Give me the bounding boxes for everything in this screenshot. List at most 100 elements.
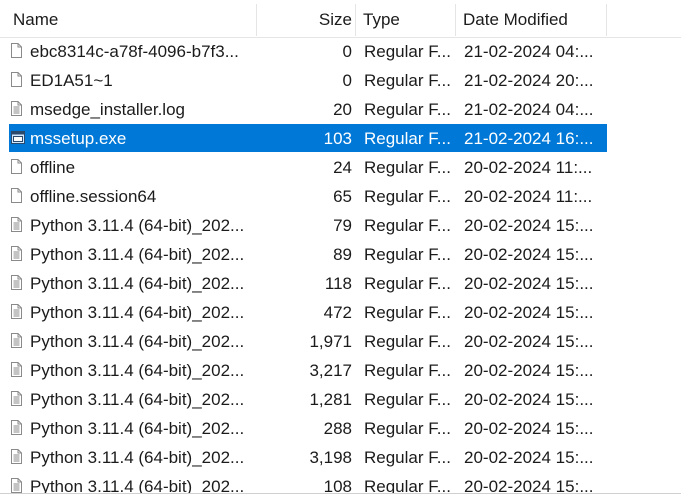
text-file-icon (11, 449, 27, 467)
file-row[interactable]: mssetup.exe 103 Regular F... 21-02-2024 16:… (0, 124, 681, 153)
file-size: 1,281 (309, 390, 352, 409)
file-type: Regular F... (364, 245, 451, 264)
file-date-modified: 20-02-2024 15:... (464, 303, 594, 322)
file-date-modified: 20-02-2024 15:... (464, 361, 594, 380)
file-row[interactable]: Python 3.11.4 (64-bit)_202... 118 Regular … (0, 269, 681, 298)
blank-file-icon (11, 188, 27, 206)
horizontal-scrollbar[interactable] (0, 493, 681, 504)
file-size: 103 (323, 129, 352, 148)
executable-file-icon (11, 130, 27, 148)
file-row[interactable]: msedge_installer.log 20 Regular F... 21-02-… (0, 95, 681, 124)
file-date-modified: 20-02-2024 11:... (464, 187, 593, 206)
file-type: Regular F... (364, 448, 451, 467)
file-row[interactable]: offline.session64 65 Regular F... 20-02-202… (0, 182, 681, 211)
file-date-modified: 20-02-2024 15:... (464, 390, 594, 409)
file-size: 79 (333, 216, 352, 235)
file-name: Python 3.11.4 (64-bit)_202... (30, 274, 245, 293)
file-name: ED1A51~1 (30, 71, 113, 90)
file-type: Regular F... (364, 274, 451, 293)
file-date-modified: 21-02-2024 20:... (464, 71, 594, 90)
column-divider[interactable] (256, 4, 257, 36)
column-divider[interactable] (606, 4, 607, 36)
file-type: Regular F... (364, 187, 451, 206)
file-name: msedge_installer.log (30, 100, 185, 119)
column-header-type[interactable]: Type (363, 0, 453, 37)
file-date-modified: 20-02-2024 15:... (464, 216, 594, 235)
text-file-icon (11, 333, 27, 351)
column-header-size[interactable]: Size (258, 0, 352, 37)
file-size: 0 (342, 42, 352, 61)
text-file-icon (11, 275, 27, 293)
text-file-icon (11, 420, 27, 438)
text-file-icon (11, 304, 27, 322)
column-header-date-modified[interactable]: Date Modified (463, 0, 603, 37)
file-date-modified: 20-02-2024 11:... (464, 158, 593, 177)
file-name: ebc8314c-a78f-4096-b7f3... (30, 42, 239, 61)
blank-file-icon (11, 159, 27, 177)
file-type: Regular F... (364, 332, 451, 351)
file-type: Regular F... (364, 71, 451, 90)
file-row[interactable]: offline 24 Regular F... 20-02-2024 11:... (0, 153, 681, 182)
file-row[interactable]: Python 3.11.4 (64-bit)_202... 3,198 Regula… (0, 443, 681, 472)
column-header-bar: Name Size Type Date Modified (0, 0, 681, 38)
file-row[interactable]: Python 3.11.4 (64-bit)_202... 79 Regular F… (0, 211, 681, 240)
blank-file-icon (11, 43, 27, 61)
file-size: 3,217 (309, 361, 352, 380)
column-divider[interactable] (455, 4, 456, 36)
file-size: 1,971 (309, 332, 352, 351)
file-row[interactable]: Python 3.11.4 (64-bit)_202... 3,217 Regula… (0, 356, 681, 385)
file-name: Python 3.11.4 (64-bit)_202... (30, 390, 245, 409)
blank-file-icon (11, 72, 27, 90)
text-file-icon (11, 362, 27, 380)
file-name: Python 3.11.4 (64-bit)_202... (30, 448, 245, 467)
file-date-modified: 21-02-2024 04:... (464, 100, 594, 119)
file-size: 118 (324, 274, 352, 293)
file-size: 288 (323, 419, 352, 438)
file-type: Regular F... (364, 216, 451, 235)
file-date-modified: 20-02-2024 15:... (464, 448, 594, 467)
file-size: 472 (323, 303, 352, 322)
file-row[interactable]: Python 3.11.4 (64-bit)_202... 288 Regular … (0, 414, 681, 443)
text-file-icon (11, 246, 27, 264)
file-type: Regular F... (364, 158, 451, 177)
file-list-view: Name Size Type Date Modified ebc8314c-a7… (0, 0, 681, 504)
file-name: Python 3.11.4 (64-bit)_202... (30, 216, 245, 235)
file-type: Regular F... (364, 303, 451, 322)
file-name: offline.session64 (30, 187, 157, 206)
file-type: Regular F... (364, 42, 451, 61)
text-file-icon (11, 391, 27, 409)
file-type: Regular F... (364, 361, 451, 380)
file-size: 0 (342, 71, 352, 90)
column-header-name[interactable]: Name (13, 0, 253, 37)
file-size: 89 (333, 245, 352, 264)
file-row[interactable]: ED1A51~1 0 Regular F... 21-02-2024 20:... (0, 66, 681, 95)
column-divider[interactable] (355, 4, 356, 36)
file-date-modified: 21-02-2024 04:... (464, 42, 594, 61)
file-name: Python 3.11.4 (64-bit)_202... (30, 245, 245, 264)
file-type: Regular F... (364, 100, 451, 119)
file-date-modified: 21-02-2024 16:... (464, 129, 594, 148)
file-name: offline (30, 158, 76, 177)
file-name: Python 3.11.4 (64-bit)_202... (30, 419, 245, 438)
file-date-modified: 20-02-2024 15:... (464, 332, 594, 351)
file-size: 20 (333, 100, 352, 119)
file-name: Python 3.11.4 (64-bit)_202... (30, 332, 245, 351)
text-file-icon (11, 101, 27, 119)
file-type: Regular F... (364, 419, 451, 438)
file-type: Regular F... (364, 390, 451, 409)
file-name: mssetup.exe (30, 129, 127, 148)
file-name: Python 3.11.4 (64-bit)_202... (30, 361, 245, 380)
file-name: Python 3.11.4 (64-bit)_202... (30, 303, 245, 322)
file-row[interactable]: Python 3.11.4 (64-bit)_202... 1,971 Regula… (0, 327, 681, 356)
file-row[interactable]: Python 3.11.4 (64-bit)_202... 1,281 Regula… (0, 385, 681, 414)
file-date-modified: 20-02-2024 15:... (464, 419, 594, 438)
file-rows: ebc8314c-a78f-4096-b7f3... 0 Regular F... 2… (0, 37, 681, 501)
file-date-modified: 20-02-2024 15:... (464, 245, 594, 264)
file-type: Regular F... (364, 129, 451, 148)
file-row[interactable]: Python 3.11.4 (64-bit)_202... 89 Regular F… (0, 240, 681, 269)
file-row[interactable]: Python 3.11.4 (64-bit)_202... 472 Regular … (0, 298, 681, 327)
file-size: 24 (333, 158, 352, 177)
file-date-modified: 20-02-2024 15:... (464, 274, 594, 293)
file-row[interactable]: ebc8314c-a78f-4096-b7f3... 0 Regular F... 2… (0, 37, 681, 66)
file-size: 65 (333, 187, 352, 206)
